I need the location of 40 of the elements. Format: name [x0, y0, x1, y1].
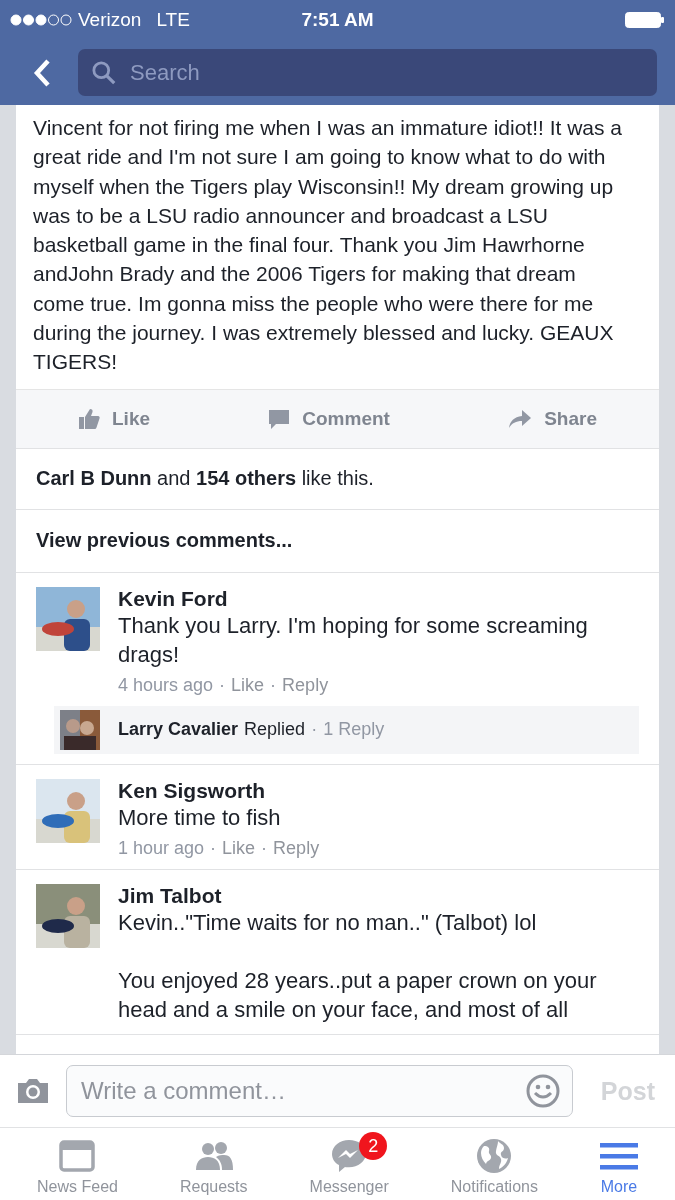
separator-dot: ·: [261, 837, 268, 859]
like-button[interactable]: Like: [74, 403, 155, 434]
tab[interactable]: News Feed: [33, 1128, 122, 1200]
network-label: LTE: [156, 9, 190, 31]
search-field[interactable]: Search: [128, 58, 643, 87]
carrier-label: Verizon: [78, 9, 142, 31]
tab[interactable]: More: [595, 1128, 642, 1200]
reply-count: 1 Reply: [323, 719, 385, 741]
comment-field[interactable]: Write a comment…: [79, 1076, 526, 1106]
replied-label: Replied: [244, 719, 306, 741]
share-button[interactable]: Share: [504, 403, 601, 434]
separator-dot: ·: [219, 674, 226, 696]
comment-author[interactable]: Kevin Ford: [118, 586, 228, 611]
comment-action-link[interactable]: Like: [231, 674, 265, 696]
comment-action-link[interactable]: Like: [222, 837, 256, 859]
post-text: Vincent for not firing me when I was an immature idiot!! It was a great ride and I'm not sure I am going to know what to do with myself when the Tigers play Wisconsin!! My dream growing up was to be a LSU radio announcer and broadcast a LSU basketball game in the final four. Thank you Jim Hawrhorne andJohn Brady and the 2006 Tigers for making that dream come true. Im gonna miss the people who were there for me during the journey. I was extremely blessed and lucky. GEAUX TIGERS!: [32, 115, 624, 376]
view-previous-comments-link[interactable]: View previous comments...: [36, 529, 293, 553]
comment-time: 1 hour ago: [118, 837, 205, 859]
separator-dot: ·: [270, 674, 277, 696]
tab[interactable]: Notifications: [446, 1128, 542, 1200]
tab[interactable]: Requests: [175, 1128, 252, 1200]
separator-dot: ·: [311, 719, 318, 741]
separator-dot: ·: [210, 837, 217, 859]
tab[interactable]: 2 Messenger: [305, 1128, 393, 1200]
comment-author[interactable]: Jim Talbot: [118, 883, 222, 908]
search-bar[interactable]: Search: [78, 49, 657, 96]
comment-author[interactable]: Ken Sigsworth: [118, 778, 265, 803]
reply-summary[interactable]: Larry Cavalier Replied · 1 Reply: [54, 705, 639, 754]
reply-author: Larry Cavalier: [118, 719, 239, 741]
likes-summary: Carl B Dunn and 154 others like this.: [16, 448, 659, 510]
notification-badge: 2: [359, 1132, 388, 1160]
comment-action-link[interactable]: Reply: [282, 674, 329, 696]
comment-text: More time to fish: [118, 803, 282, 832]
comment-text: Thank you Larry. I'm hoping for some screaming drags!: [118, 611, 589, 669]
comment-text: Kevin.."Time waits for no man.." (Talbot) lol You enjoyed 28 years..put a paper crown on your head and a smile on your face, and most of all: [118, 908, 598, 1024]
comment-time: 4 hours ago: [118, 674, 214, 696]
comment-action-link[interactable]: Reply: [273, 837, 320, 859]
clock: 7:51 AM: [301, 9, 374, 31]
comment-box[interactable]: Write a comment…: [66, 1065, 573, 1117]
comment-button[interactable]: Comment: [264, 403, 394, 434]
